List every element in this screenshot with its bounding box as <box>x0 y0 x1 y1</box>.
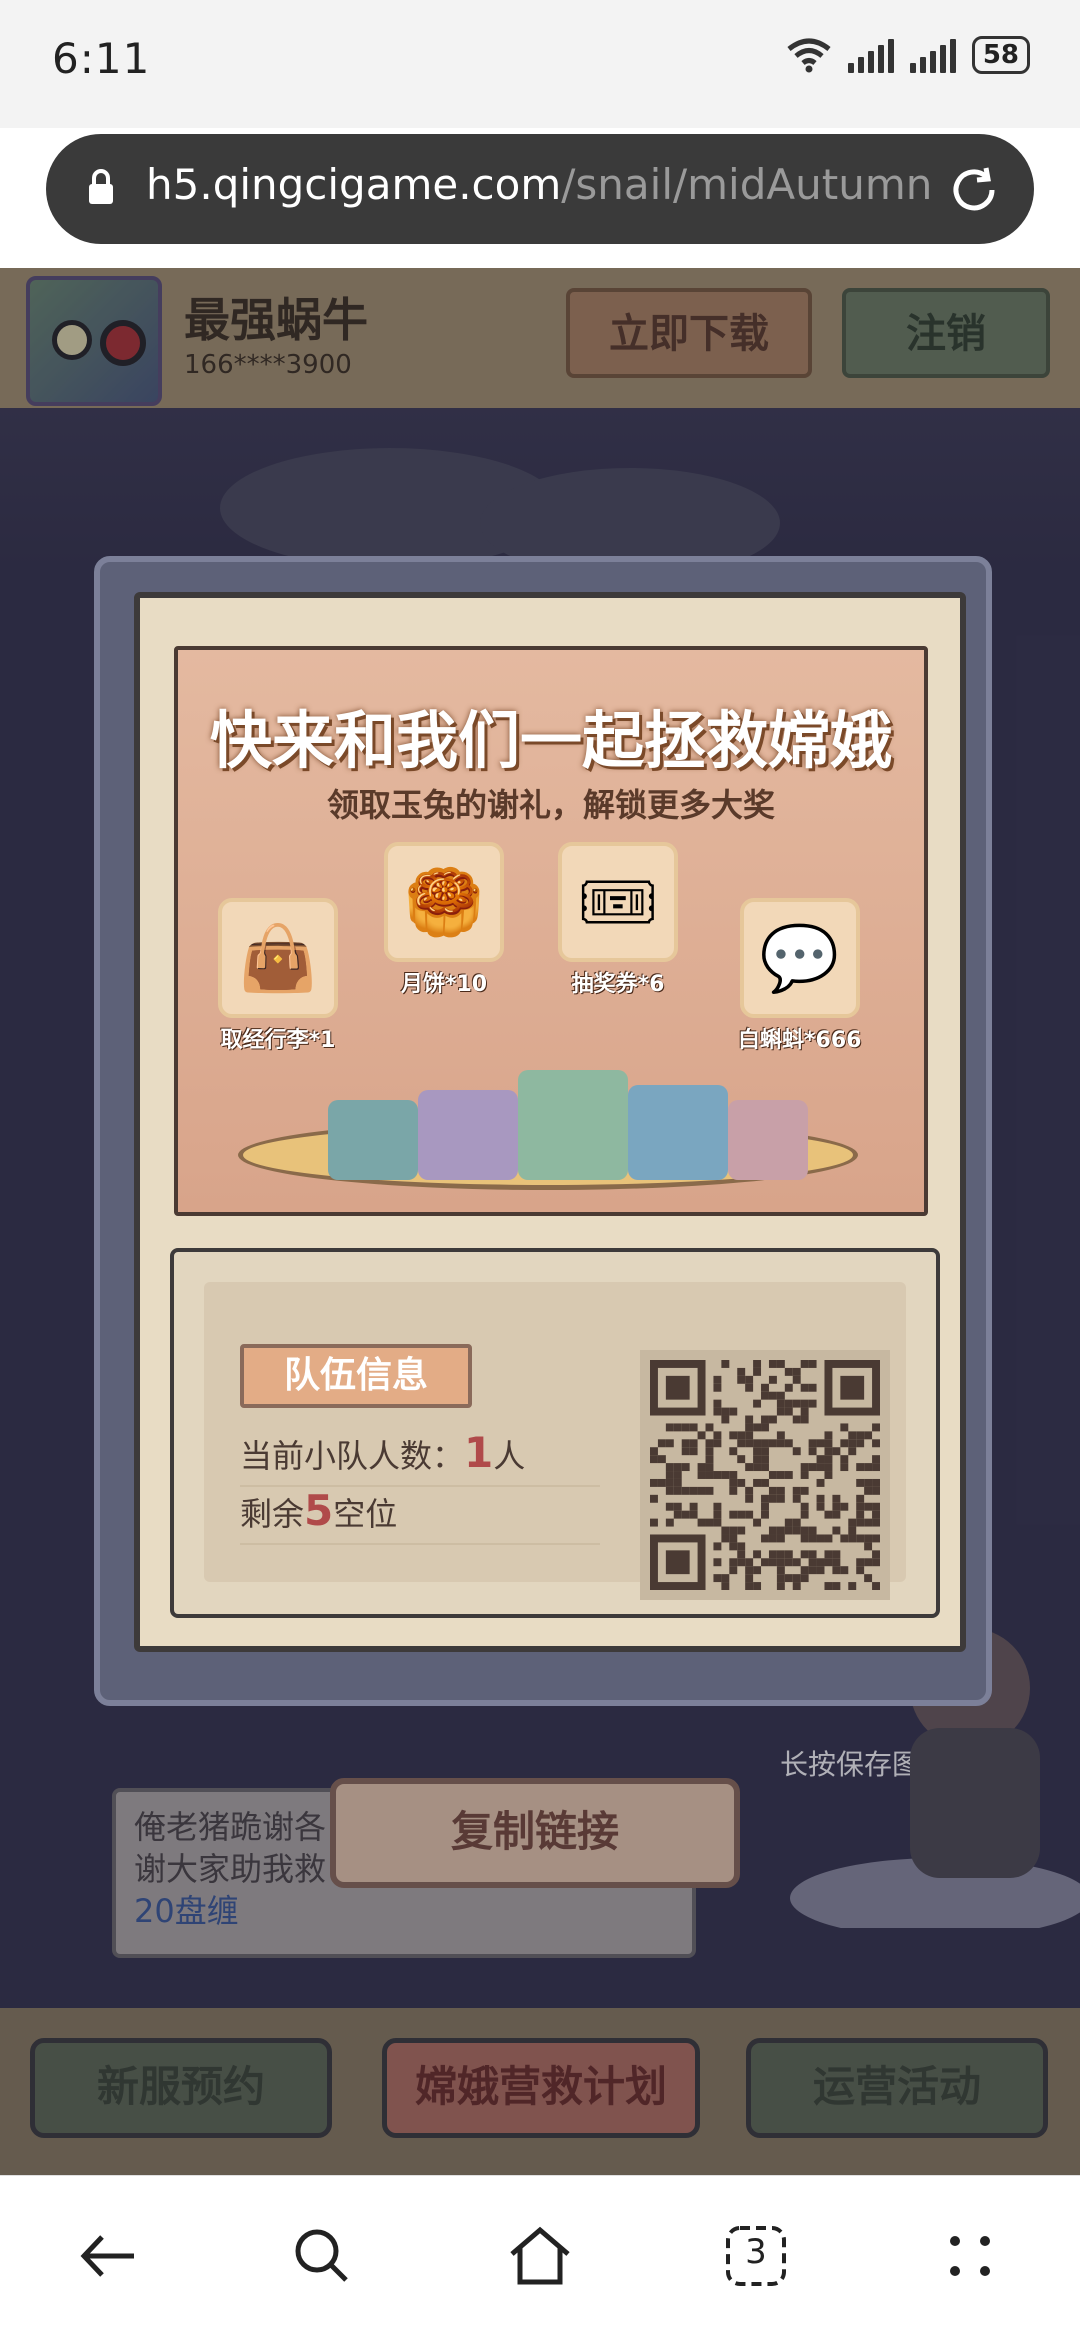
background-decoration <box>0 408 1080 578</box>
reward-item: 🎟 抽奖券*6 <box>558 842 678 998</box>
battery-icon: 58 <box>971 36 1030 74</box>
team-count-value: 1 <box>464 1428 494 1477</box>
game-avatar <box>26 276 162 406</box>
logout-button[interactable]: 注销 <box>842 288 1050 378</box>
reward-item: 🥮 月饼*10 <box>384 842 504 998</box>
qr-code-image <box>650 1360 880 1590</box>
tabs-count: 3 <box>745 2232 767 2272</box>
nav-rescue-plan[interactable]: 嫦娥营救计划 <box>382 2038 700 2138</box>
signal-icon-2 <box>909 37 956 73</box>
team-count-label: 当前小队人数： <box>240 1437 465 1475</box>
tabs-button[interactable]: 3 <box>716 2216 796 2296</box>
nav-server-reservation[interactable]: 新服预约 <box>30 2038 332 2138</box>
qr-code[interactable] <box>640 1350 890 1600</box>
reward-label: 月饼*10 <box>400 972 488 997</box>
team-count: 当前小队人数：1人 <box>240 1428 600 1487</box>
banner-title: 快来和我们一起拯救嫦娥 <box>209 704 892 777</box>
banner-subtitle: 领取玉兔的谢礼，解锁更多大奖 <box>326 786 775 824</box>
nav-events[interactable]: 运营活动 <box>746 2038 1048 2138</box>
game-title: 最强蜗牛 <box>184 293 368 347</box>
url-path: /snail/midAutumn <box>561 160 933 209</box>
address-bar[interactable]: h5.qingcigame.com/snail/midAutumn <box>46 134 1034 244</box>
team-info-panel: 队伍信息 当前小队人数：1人 剩余5空位 <box>170 1248 940 1618</box>
status-time: 6:11 <box>52 34 151 83</box>
copy-link-button[interactable]: 复制链接 <box>330 1778 740 1888</box>
modal-paper: 快来和我们一起拯救嫦娥 领取玉兔的谢礼，解锁更多大奖 👜 取经行李*1 🥮 月饼… <box>134 592 966 1652</box>
url-text[interactable]: h5.qingcigame.com/snail/midAutumn <box>146 160 946 209</box>
search-icon[interactable] <box>282 2216 362 2296</box>
browser-toolbar: 3 <box>0 2175 1080 2331</box>
team-info-tag: 队伍信息 <box>240 1344 472 1408</box>
reload-icon[interactable] <box>946 162 1002 218</box>
status-icons: 58 <box>786 36 1030 74</box>
url-domain: h5.qingcigame.com <box>146 160 562 209</box>
ticket-icon: 🎟 <box>558 842 678 962</box>
download-button[interactable]: 立即下载 <box>566 288 812 378</box>
team-count-unit: 人 <box>493 1437 526 1475</box>
tadpole-icon: 💬 <box>739 898 860 1018</box>
team-remaining: 剩余5空位 <box>240 1486 600 1545</box>
treasure-pile-image <box>238 1030 858 1200</box>
user-phone: 166****3900 <box>184 350 352 380</box>
reward-label: 抽奖券*6 <box>571 972 665 997</box>
reward-banner: 快来和我们一起拯救嫦娥 领取玉兔的谢礼，解锁更多大奖 👜 取经行李*1 🥮 月饼… <box>174 646 928 1216</box>
chat-link[interactable]: 20盘缠 <box>134 1890 674 1932</box>
invite-modal: 快来和我们一起拯救嫦娥 领取玉兔的谢礼，解锁更多大奖 👜 取经行李*1 🥮 月饼… <box>94 556 992 1706</box>
back-icon[interactable] <box>68 2216 148 2296</box>
bag-icon: 👜 <box>218 898 338 1018</box>
team-remaining-value: 5 <box>304 1486 334 1535</box>
wifi-icon <box>787 38 831 73</box>
status-bar: 6:11 58 <box>0 0 1080 128</box>
team-remaining-unit: 空位 <box>333 1495 398 1533</box>
team-info-inner: 队伍信息 当前小队人数：1人 剩余5空位 <box>204 1282 906 1600</box>
home-icon[interactable] <box>500 2216 580 2296</box>
bottom-nav: 新服预约 嫦娥营救计划 运营活动 <box>0 2008 1080 2175</box>
game-webview: 最强蜗牛 166****3900 立即下载 注销 长按保存图片 俺老猪跪谢各 谢… <box>0 268 1080 2175</box>
game-header: 最强蜗牛 166****3900 立即下载 注销 <box>0 268 1080 408</box>
more-menu-icon[interactable] <box>930 2216 1010 2296</box>
signal-icon <box>847 37 894 73</box>
mooncake-icon: 🥮 <box>384 842 504 962</box>
team-remaining-label: 剩余 <box>240 1495 305 1533</box>
lock-icon <box>89 169 113 204</box>
